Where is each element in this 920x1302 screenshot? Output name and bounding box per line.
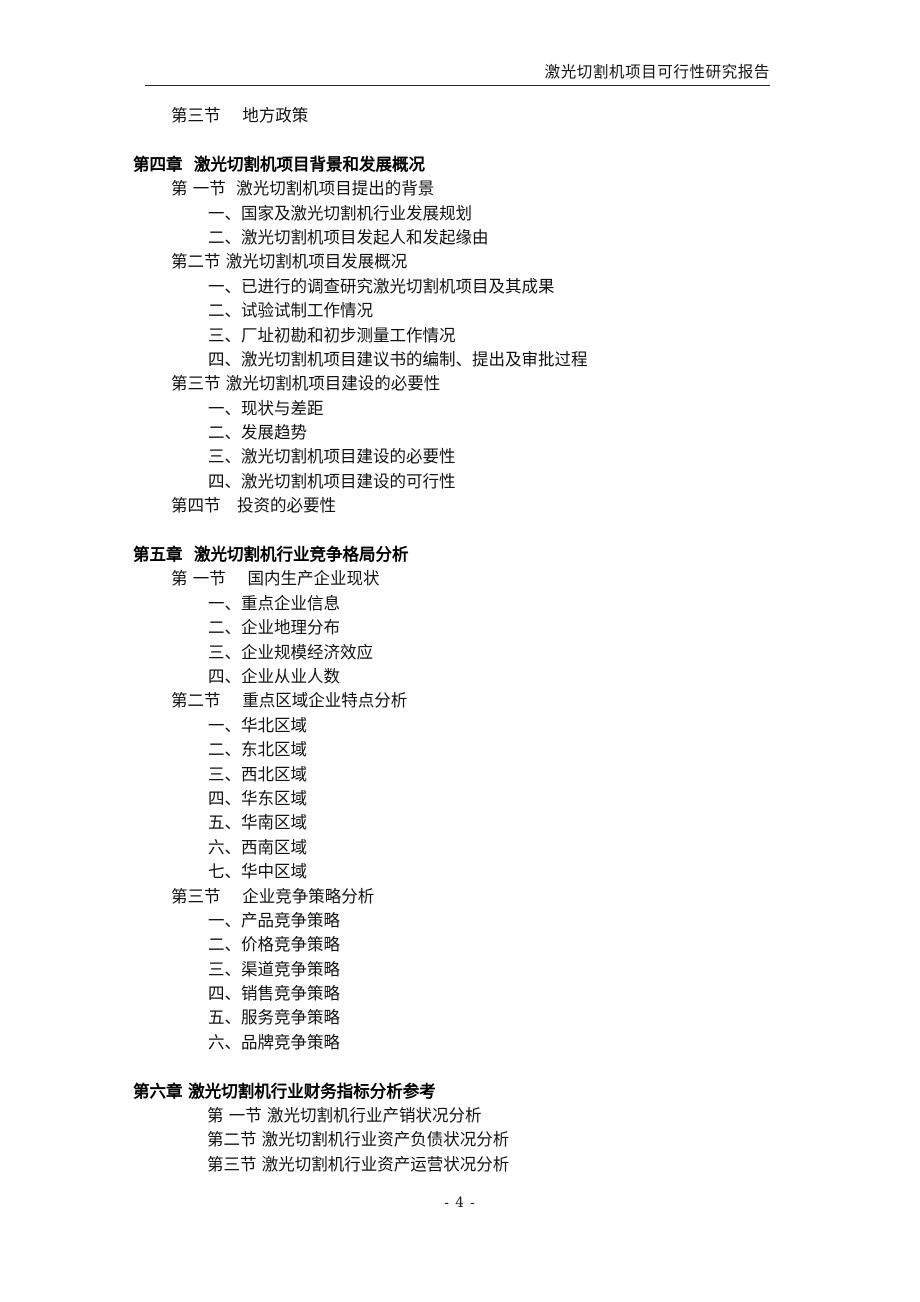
toc-item-entry: 四、企业从业人数 — [208, 666, 340, 686]
toc-section-entry: 第三节 企业竞争策略分析 — [171, 886, 375, 906]
document-page: 激光切割机项目可行性研究报告 第三节 地方政策第四章 激光切割机项目背景和发展概… — [0, 0, 920, 1302]
toc-item-entry: 一、华北区域 — [208, 715, 307, 735]
toc-chapter-heading: 第五章 激光切割机行业竞争格局分析 — [133, 545, 409, 565]
toc-chapter-heading: 第四章 激光切割机项目背景和发展概况 — [133, 154, 425, 174]
toc-item-entry: 四、销售竞争策略 — [208, 984, 340, 1004]
toc-item-entry: 一、产品竞争策略 — [208, 910, 340, 930]
toc-item-entry: 五、服务竞争策略 — [208, 1008, 340, 1028]
toc-item-entry: 二、价格竞争策略 — [208, 935, 340, 955]
toc-item-entry: 六、西南区域 — [208, 837, 307, 857]
toc-spacer — [0, 1055, 920, 1079]
toc-item-entry: 三、企业规模经济效应 — [208, 642, 373, 662]
toc-item-entry: 一、现状与差距 — [208, 398, 324, 418]
toc-section-entry: 第二节 重点区域企业特点分析 — [171, 691, 408, 711]
toc-item-entry: 二、发展趋势 — [208, 423, 307, 443]
toc-item-entry: 二、企业地理分布 — [208, 618, 340, 638]
toc-section-entry: 第 一节 激光切割机行业产销状况分析 — [207, 1106, 482, 1126]
toc-item-entry: 二、东北区域 — [208, 740, 307, 760]
table-of-contents: 第三节 地方政策第四章 激光切割机项目背景和发展概况第 一节 激光切割机项目提出… — [0, 104, 920, 1177]
toc-section-entry: 第二节 激光切割机行业资产负债状况分析 — [207, 1130, 510, 1150]
page-footer: - 4 - — [0, 1192, 920, 1211]
toc-item-entry: 四、激光切割机项目建设的可行性 — [208, 471, 456, 491]
toc-section-entry: 第 一节 国内生产企业现状 — [171, 569, 380, 589]
header-title: 激光切割机项目可行性研究报告 — [544, 63, 770, 81]
toc-section-entry: 第 一节 激光切割机项目提出的背景 — [171, 179, 435, 199]
toc-item-entry: 七、华中区域 — [208, 862, 307, 882]
toc-spacer — [0, 128, 920, 152]
toc-item-entry: 三、厂址初勘和初步测量工作情况 — [208, 325, 456, 345]
toc-item-entry: 三、激光切割机项目建设的必要性 — [208, 447, 456, 467]
toc-item-entry: 四、激光切割机项目建议书的编制、提出及审批过程 — [208, 349, 588, 369]
toc-item-entry: 四、华东区域 — [208, 788, 307, 808]
page-number: - 4 - — [444, 1195, 476, 1211]
toc-item-entry: 一、重点企业信息 — [208, 593, 340, 613]
toc-section-entry: 第三节 激光切割机项目建设的必要性 — [171, 374, 441, 394]
toc-section-entry: 第三节 地方政策 — [171, 106, 309, 125]
toc-section-entry: 第二节 激光切割机项目发展概况 — [171, 252, 408, 272]
toc-chapter-heading: 第六章 激光切割机行业财务指标分析参考 — [133, 1081, 436, 1101]
toc-item-entry: 五、华南区域 — [208, 813, 307, 833]
toc-section-entry: 第三节 激光切割机行业资产运营状况分析 — [207, 1154, 510, 1174]
toc-item-entry: 二、激光切割机项目发起人和发起缘由 — [208, 227, 489, 247]
toc-item-entry: 一、国家及激光切割机行业发展规划 — [208, 203, 472, 223]
toc-section-entry: 第四节 投资的必要性 — [171, 496, 336, 516]
toc-item-entry: 三、西北区域 — [208, 764, 307, 784]
toc-item-entry: 三、渠道竞争策略 — [208, 959, 340, 979]
toc-item-entry: 六、品牌竞争策略 — [208, 1032, 340, 1052]
running-header: 激光切割机项目可行性研究报告 — [145, 62, 770, 86]
toc-item-entry: 二、试验试制工作情况 — [208, 301, 373, 321]
toc-item-entry: 一、已进行的调查研究激光切割机项目及其成果 — [208, 276, 555, 296]
toc-spacer — [0, 519, 920, 543]
